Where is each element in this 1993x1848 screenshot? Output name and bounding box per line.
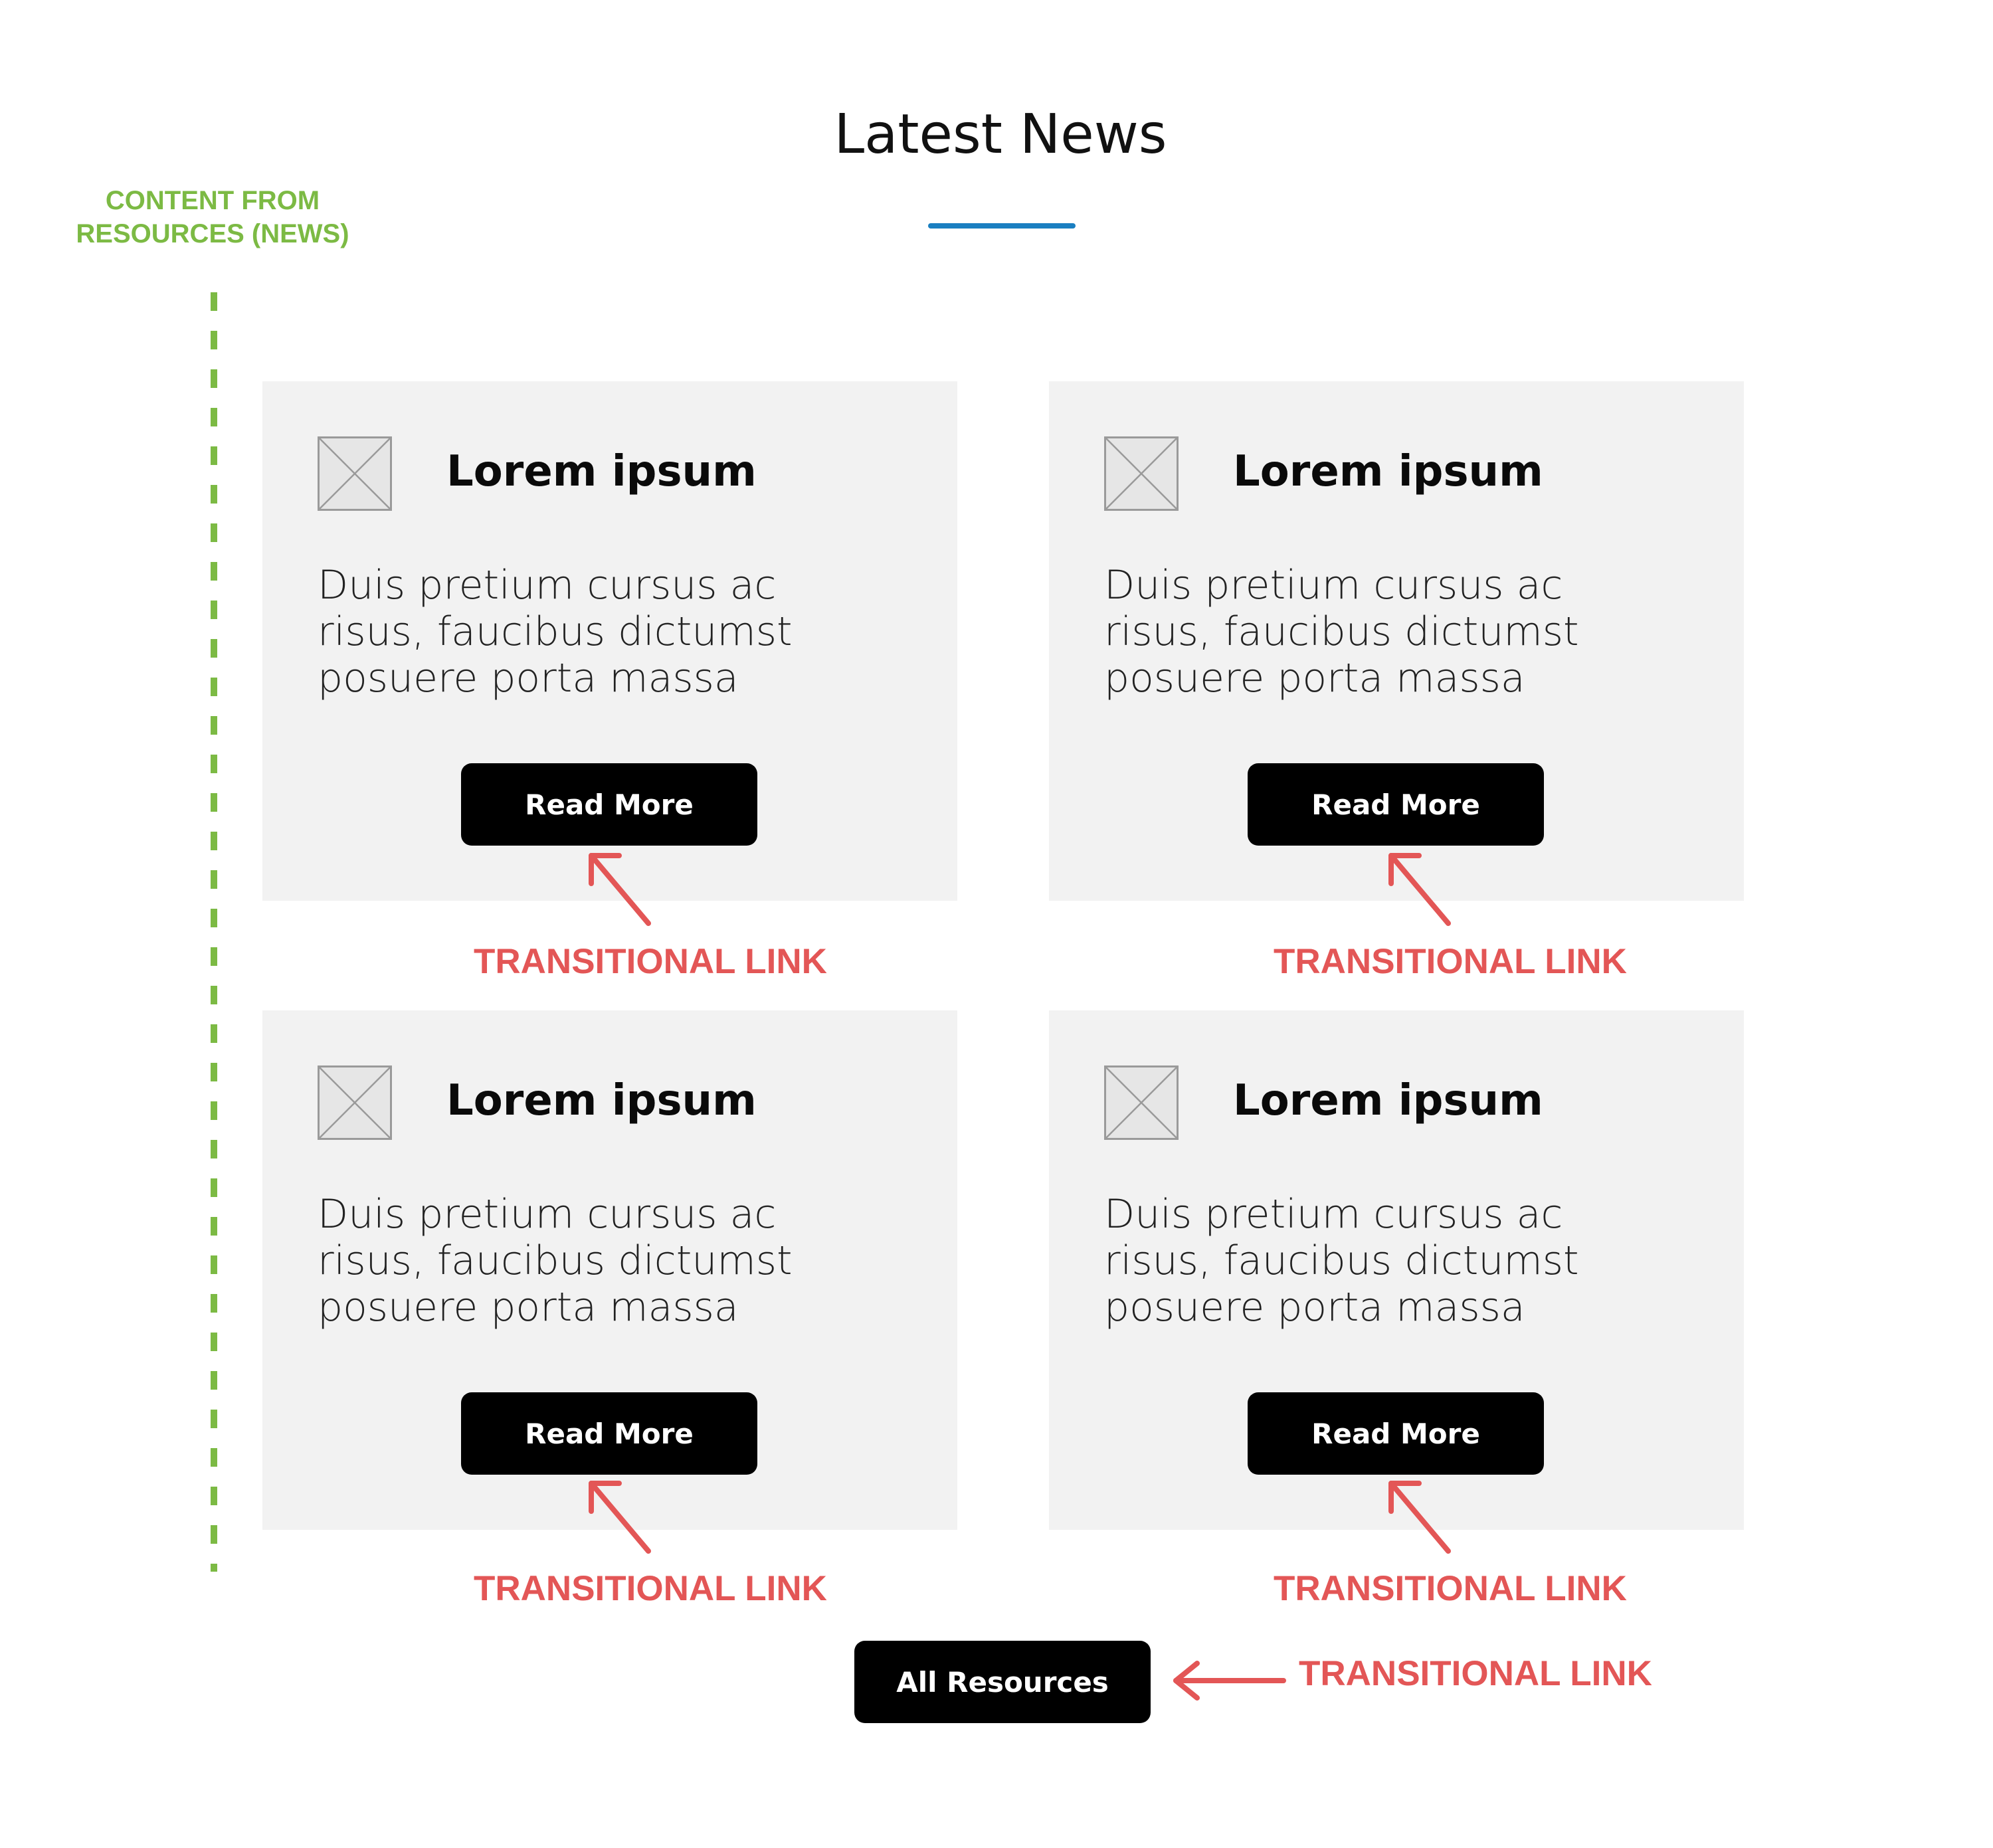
card-excerpt-line: Duis pretium cursus ac <box>1104 562 1563 608</box>
annotation-arrow-left-icon <box>1173 1661 1286 1701</box>
card-excerpt-line: Duis pretium cursus ac <box>318 562 777 608</box>
card-excerpt-line: Duis pretium cursus ac <box>318 1191 777 1238</box>
news-card: Lorem ipsum Duis pretium cursus ac risus… <box>262 1010 957 1530</box>
read-more-button[interactable]: Read More <box>1248 1392 1544 1475</box>
news-card: Lorem ipsum Duis pretium cursus ac risus… <box>1049 1010 1744 1530</box>
card-title: Lorem ipsum <box>1233 447 1543 496</box>
image-placeholder-icon <box>318 1065 392 1140</box>
annotation-arrow-icon <box>589 1481 651 1554</box>
transitional-link-annotation: TRANSITIONAL LINK <box>474 942 827 981</box>
card-excerpt-line: posuere porta massa <box>1104 1284 1525 1331</box>
annotation-arrow-icon <box>1388 853 1451 926</box>
card-excerpt: Duis pretium cursus ac risus, faucibus d… <box>318 562 929 701</box>
card-title: Lorem ipsum <box>446 1076 757 1125</box>
transitional-link-annotation: TRANSITIONAL LINK <box>1299 1654 1652 1693</box>
card-title: Lorem ipsum <box>1233 1076 1543 1125</box>
annotation-arrow-icon <box>1388 1481 1451 1554</box>
read-more-button[interactable]: Read More <box>1248 763 1544 846</box>
card-excerpt-line: risus, faucibus dictumst <box>1104 1238 1579 1284</box>
content-group-dashed-line <box>211 292 217 1572</box>
card-excerpt-line: risus, faucibus dictumst <box>318 608 793 655</box>
transitional-link-annotation: TRANSITIONAL LINK <box>1274 1569 1627 1608</box>
annotation-arrow-icon <box>589 853 651 926</box>
card-excerpt: Duis pretium cursus ac risus, faucibus d… <box>318 1191 929 1331</box>
card-excerpt-line: posuere porta massa <box>318 655 739 701</box>
card-excerpt: Duis pretium cursus ac risus, faucibus d… <box>1104 562 1715 701</box>
content-source-note-line2: RESOURCES (NEWS) <box>76 219 349 248</box>
card-excerpt-line: Duis pretium cursus ac <box>1104 1191 1563 1238</box>
all-resources-button[interactable]: All Resources <box>854 1641 1151 1723</box>
transitional-link-annotation: TRANSITIONAL LINK <box>1274 942 1627 981</box>
transitional-link-annotation: TRANSITIONAL LINK <box>474 1569 827 1608</box>
read-more-button[interactable]: Read More <box>461 1392 757 1475</box>
card-excerpt: Duis pretium cursus ac risus, faucibus d… <box>1104 1191 1715 1331</box>
image-placeholder-icon <box>318 436 392 511</box>
image-placeholder-icon <box>1104 1065 1179 1140</box>
news-card: Lorem ipsum Duis pretium cursus ac risus… <box>1049 381 1744 901</box>
content-source-note-line1: CONTENT FROM <box>105 186 320 215</box>
read-more-button[interactable]: Read More <box>461 763 757 846</box>
image-placeholder-icon <box>1104 436 1179 511</box>
card-excerpt-line: risus, faucibus dictumst <box>318 1238 793 1284</box>
card-title: Lorem ipsum <box>446 447 757 496</box>
card-excerpt-line: posuere porta massa <box>318 1284 739 1331</box>
section-title: Latest News <box>834 103 1167 166</box>
title-underline <box>928 223 1076 229</box>
card-excerpt-line: risus, faucibus dictumst <box>1104 608 1579 655</box>
card-excerpt-line: posuere porta massa <box>1104 655 1525 701</box>
news-card: Lorem ipsum Duis pretium cursus ac risus… <box>262 381 957 901</box>
content-source-note: CONTENT FROM RESOURCES (NEWS) <box>60 184 365 250</box>
